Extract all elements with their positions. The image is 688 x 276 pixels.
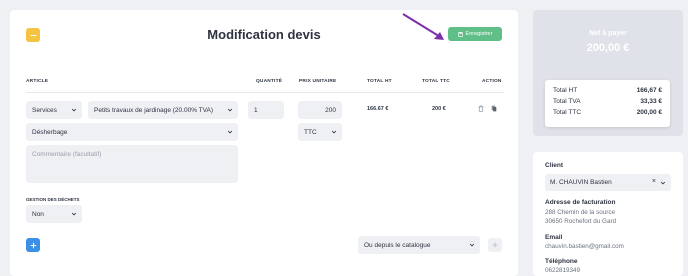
copy-icon[interactable] — [491, 105, 497, 112]
total-tva-value: 33,33 € — [640, 98, 662, 105]
waste-select[interactable]: Non — [26, 205, 82, 223]
category-value: Services — [32, 106, 57, 114]
price-mode-value: TTC — [304, 128, 317, 136]
comment-placeholder: Commentaire (facultatif) — [32, 151, 102, 158]
row-total-ttc: 200 € — [432, 106, 446, 112]
col-unit-price: PRIX UNITAIRE — [299, 79, 337, 84]
save-button-label: Enregistrer — [465, 31, 493, 37]
header-divider — [26, 92, 504, 93]
billing-address-line2: 30650 Rochefort du Gard — [545, 218, 617, 225]
unit-price-value: 200 — [325, 106, 336, 114]
catalog-label: Ou depuis le catalogue — [364, 241, 431, 249]
chevron-down-icon — [331, 130, 337, 134]
add-line-button[interactable] — [26, 238, 40, 252]
price-mode-select[interactable]: TTC — [298, 123, 342, 141]
chevron-down-icon — [227, 130, 233, 134]
total-ht-row: Total HT 166,67 € — [553, 87, 662, 94]
total-tva-row: Total TVA 33,33 € — [553, 98, 662, 105]
quantity-value: 1 — [254, 106, 258, 114]
client-card: Client M. CHAUVIN Bastien × Adresse de f… — [533, 152, 683, 276]
annotation-arrow-icon — [402, 13, 444, 40]
net-to-pay-title: Net à payer — [589, 30, 627, 37]
subproduct-select[interactable]: Désherbage — [26, 123, 238, 141]
product-value: Petits travaux de jardinage (20.00% TVA) — [94, 106, 213, 114]
col-quantity: QUANTITÉ — [256, 79, 283, 84]
total-ttc-value: 200,00 € — [636, 109, 662, 116]
waste-value: Non — [32, 210, 44, 218]
chevron-down-icon — [469, 243, 475, 247]
total-ht-value: 166,67 € — [636, 87, 662, 94]
row-total-ht: 166.67 € — [367, 106, 389, 112]
phone-label: Téléphone — [545, 258, 578, 265]
billing-address-label: Adresse de facturation — [545, 199, 616, 206]
save-icon — [457, 31, 463, 37]
total-ttc-label: Total TTC — [553, 109, 582, 116]
add-from-catalog-button[interactable] — [488, 238, 502, 252]
client-select[interactable]: M. CHAUVIN Bastien × — [545, 174, 671, 191]
quantity-input[interactable]: 1 — [248, 101, 284, 119]
col-total-ht: TOTAL HT — [367, 79, 392, 84]
totals-box: Total HT 166,67 € Total TVA 33,33 € Tota… — [545, 80, 670, 127]
quote-edit-card: Modification devis Enregistrer ARTICLE Q… — [10, 10, 518, 276]
chevron-down-icon — [71, 212, 77, 216]
catalog-select[interactable]: Ou depuis le catalogue — [358, 236, 480, 254]
client-label: Client — [545, 162, 564, 169]
plus-icon — [30, 242, 36, 248]
chevron-down-icon — [71, 108, 77, 112]
col-total-ttc: TOTAL TTC — [422, 79, 450, 84]
waste-label: GESTION DES DÉCHETS — [26, 197, 80, 202]
save-button[interactable]: Enregistrer — [448, 27, 502, 41]
col-action: ACTION — [482, 79, 502, 84]
total-tva-label: Total TVA — [553, 98, 581, 105]
product-select[interactable]: Petits travaux de jardinage (20.00% TVA) — [88, 101, 238, 119]
email-label: Email — [545, 234, 563, 241]
chevron-down-icon — [660, 181, 666, 185]
chevron-down-icon — [227, 108, 233, 112]
unit-price-input[interactable]: 200 — [298, 101, 342, 119]
phone-value: 0622819349 — [545, 267, 581, 274]
net-to-pay-amount: 200,00 € — [586, 42, 630, 54]
plus-icon — [492, 242, 498, 248]
subproduct-value: Désherbage — [32, 128, 68, 136]
email-value: chauvin.bastien@gmail.com — [545, 243, 624, 250]
clear-icon[interactable]: × — [652, 178, 656, 185]
col-article: ARTICLE — [26, 79, 49, 84]
comment-textarea[interactable]: Commentaire (facultatif) — [26, 145, 238, 183]
total-ht-label: Total HT — [553, 87, 578, 94]
total-ttc-row: Total TTC 200,00 € — [553, 109, 662, 116]
client-value: M. CHAUVIN Bastien — [550, 179, 612, 186]
trash-icon[interactable] — [478, 105, 484, 112]
category-select[interactable]: Services — [26, 101, 82, 119]
